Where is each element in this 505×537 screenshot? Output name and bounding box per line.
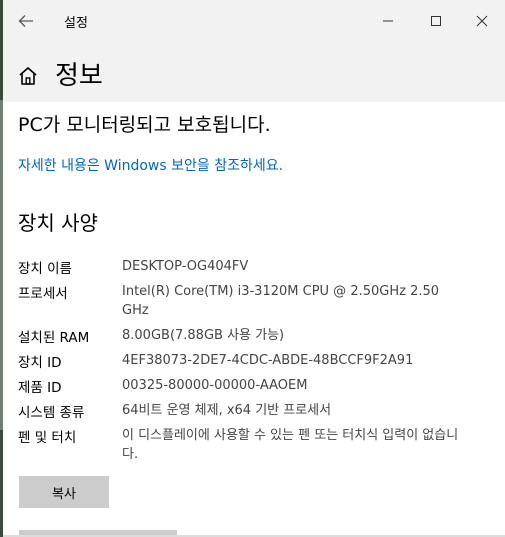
settings-window: 설정 정보 PC가 모니터링되고 보호됩니다. 자세한 내용은 Windows … (3, 0, 505, 537)
protection-status-text: PC가 모니터링되고 보호됩니다. (18, 114, 271, 136)
spec-value: 00325-80000-00000-AAOEM (122, 378, 308, 393)
title-bar: 설정 (3, 0, 505, 42)
spec-label: 펜 및 터치 (18, 430, 77, 446)
spec-value: 4EF38073-2DE7-4CDC-ABDE-48BCCF9F2A91 (122, 353, 414, 368)
spec-value: DESKTOP-OG404FV (122, 259, 249, 274)
window-title: 설정 (64, 16, 88, 31)
device-specs-heading: 장치 사양 (18, 211, 98, 235)
back-arrow-icon (18, 15, 33, 27)
minimize-icon (383, 20, 393, 22)
spec-label: 시스템 종류 (18, 405, 85, 421)
spec-value: 이 디스플레이에 사용할 수 있는 펜 또는 터치식 입력이 없습니다. (122, 428, 459, 462)
spec-value: 64비트 운영 체제, x64 기반 프로세서 (122, 403, 332, 418)
back-button[interactable] (11, 7, 41, 35)
spec-label: 프로세서 (18, 286, 68, 302)
home-icon (19, 67, 37, 85)
spec-label: 장치 이름 (18, 261, 72, 277)
close-icon (476, 15, 488, 27)
spec-value: 8.00GB(7.88GB 사용 가능) (122, 328, 285, 343)
spec-label: 제품 ID (18, 380, 62, 396)
page-title: 정보 (55, 61, 103, 91)
spec-label: 설치된 RAM (18, 330, 90, 346)
copy-button[interactable]: 복사 (19, 476, 109, 508)
minimize-button[interactable] (373, 7, 403, 35)
spec-value: Intel(R) Core(TM) i3-3120M CPU @ 2.50GHz… (122, 284, 440, 318)
windows-security-link[interactable]: 자세한 내용은 Windows 보안을 참조하세요. (18, 155, 283, 175)
maximize-button[interactable] (421, 7, 451, 35)
maximize-icon (431, 16, 441, 26)
spec-label: 장치 ID (18, 355, 62, 371)
close-button[interactable] (467, 7, 497, 35)
